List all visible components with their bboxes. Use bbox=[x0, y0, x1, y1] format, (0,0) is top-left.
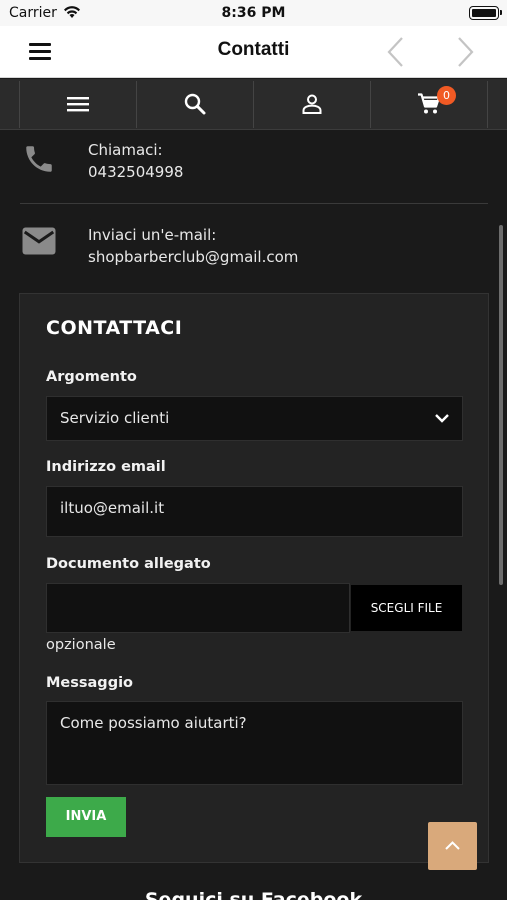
scrollbar[interactable] bbox=[499, 225, 503, 585]
toolbar-divider bbox=[487, 81, 488, 128]
account-icon[interactable] bbox=[300, 92, 324, 116]
message-label: Messaggio bbox=[46, 675, 133, 691]
optional-hint: opzionale bbox=[46, 637, 116, 653]
status-bar: Carrier 8:36 PM bbox=[0, 0, 507, 26]
choose-file-button[interactable]: SCEGLI FILE bbox=[351, 585, 462, 631]
clock: 8:36 PM bbox=[221, 5, 286, 21]
message-placeholder: Come possiamo aiutarti? bbox=[60, 714, 247, 732]
phone-label: Chiamaci: bbox=[88, 141, 163, 159]
facebook-section-heading: Seguici su Facebook bbox=[144, 889, 363, 900]
shop-toolbar bbox=[0, 79, 507, 130]
page-content: Chiamaci: 0432504998 Inviaci un'e-mail: … bbox=[0, 130, 507, 900]
message-textarea[interactable]: Come possiamo aiutarti? bbox=[46, 701, 463, 785]
search-icon[interactable] bbox=[183, 92, 207, 116]
toolbar-divider bbox=[136, 81, 137, 128]
toolbar-divider bbox=[370, 81, 371, 128]
cart-count-badge: 0 bbox=[437, 86, 456, 105]
toolbar-divider bbox=[253, 81, 254, 128]
navigation-bar: Contatti bbox=[0, 26, 507, 78]
email-input[interactable]: iltuo@email.it bbox=[46, 486, 463, 537]
subject-label: Argomento bbox=[46, 369, 137, 385]
battery-icon bbox=[469, 6, 502, 20]
chevron-left-icon[interactable] bbox=[383, 36, 409, 68]
subject-select[interactable]: Servizio clienti bbox=[46, 396, 463, 441]
email-address[interactable]: shopbarberclub@gmail.com bbox=[88, 246, 298, 268]
toolbar-divider bbox=[19, 81, 20, 128]
page-title: Contatti bbox=[217, 39, 290, 60]
phone-icon bbox=[26, 146, 52, 172]
chevron-right-icon[interactable] bbox=[452, 36, 478, 68]
attachment-file-field[interactable] bbox=[46, 583, 350, 633]
phone-number[interactable]: 0432504998 bbox=[88, 161, 183, 183]
attachment-label: Documento allegato bbox=[46, 556, 211, 572]
email-label: Inviaci un'e-mail: bbox=[88, 226, 217, 244]
send-button[interactable]: INVIA bbox=[46, 797, 126, 837]
menu-icon[interactable] bbox=[66, 92, 90, 116]
email-icon bbox=[22, 227, 56, 255]
email-placeholder: iltuo@email.it bbox=[60, 499, 165, 517]
subject-value: Servizio clienti bbox=[60, 409, 170, 427]
scroll-to-top-button[interactable] bbox=[428, 822, 477, 870]
chevron-up-icon bbox=[445, 841, 460, 850]
form-title: CONTATTACI bbox=[46, 317, 183, 339]
contact-form: CONTATTACI Argomento Servizio clienti In… bbox=[19, 293, 489, 863]
chevron-down-icon bbox=[435, 414, 449, 423]
email-field-label: Indirizzo email bbox=[46, 459, 166, 475]
divider bbox=[20, 203, 488, 204]
